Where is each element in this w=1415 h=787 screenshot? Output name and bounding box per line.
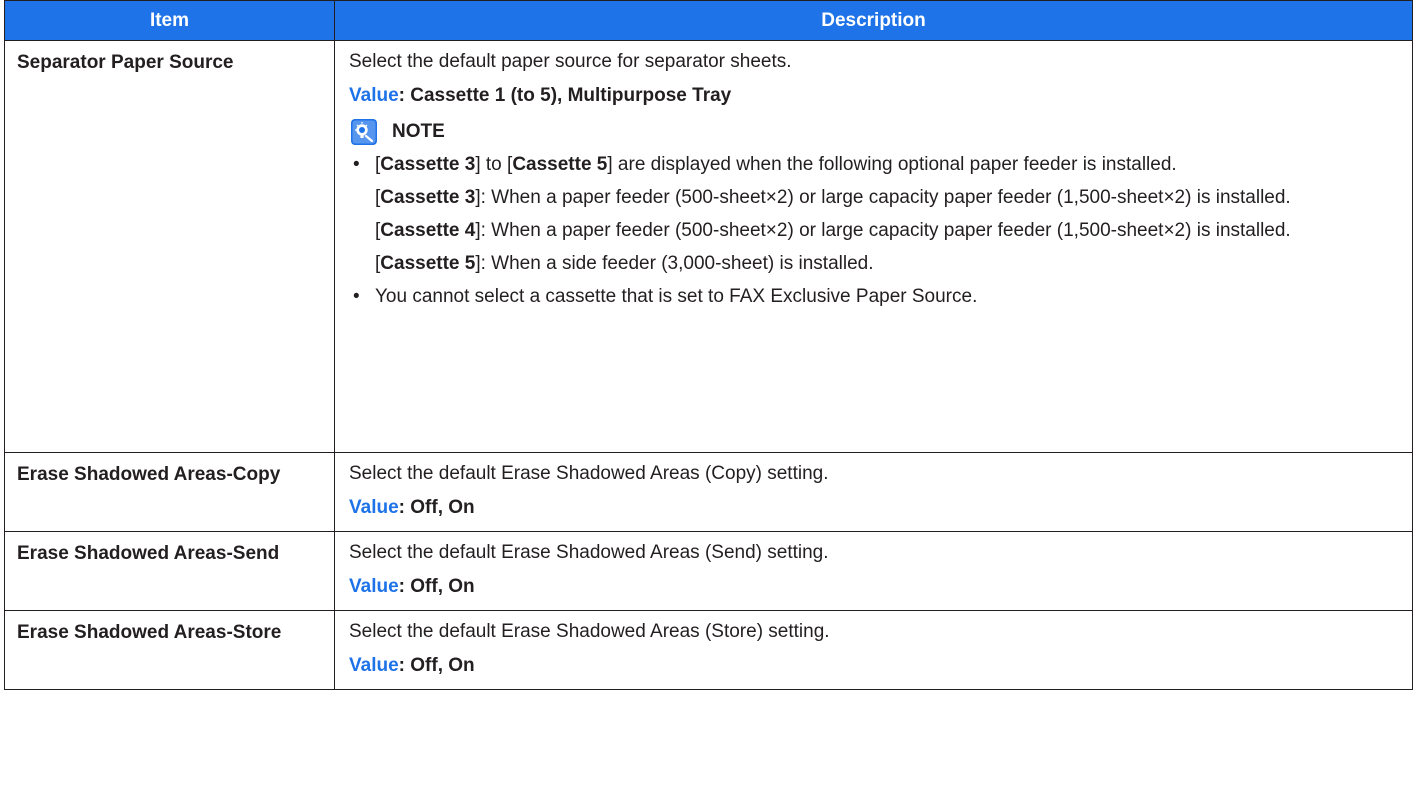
description-text: Select the default paper source for sepa… bbox=[349, 51, 792, 72]
note-subitem: [Cassette 5]: When a side feeder (3,000-… bbox=[375, 253, 874, 274]
table-row: Separator Paper Source Select the defaul… bbox=[4, 40, 1413, 453]
value-label: Value bbox=[349, 576, 399, 597]
description-cell: Select the default paper source for sepa… bbox=[334, 40, 1413, 453]
value-label: Value bbox=[349, 655, 399, 676]
value-label: Value bbox=[349, 85, 399, 106]
note-icon bbox=[351, 119, 377, 145]
value-text: : Off, On bbox=[398, 497, 475, 518]
settings-table: Item Description Separator Paper Source … bbox=[4, 0, 1413, 690]
value-text: : Off, On bbox=[398, 655, 475, 676]
description-text: Select the default Erase Shadowed Areas … bbox=[349, 542, 829, 563]
header-item: Item bbox=[4, 0, 335, 41]
value-text: : Off, On bbox=[398, 576, 475, 597]
note-bullet: You cannot select a cassette that is set… bbox=[349, 284, 1398, 309]
description-text: Select the default Erase Shadowed Areas … bbox=[349, 463, 829, 484]
note-subitem: [Cassette 3]: When a paper feeder (500-s… bbox=[375, 187, 1291, 208]
description-cell: Select the default Erase Shadowed Areas … bbox=[334, 610, 1413, 690]
note-bullet: [Cassette 3] to [Cassette 5] are display… bbox=[349, 152, 1398, 276]
value-text: : Cassette 1 (to 5), Multipurpose Tray bbox=[398, 85, 732, 106]
table-row: Erase Shadowed Areas-Store Select the de… bbox=[4, 610, 1413, 690]
item-cell: Erase Shadowed Areas-Send bbox=[4, 531, 335, 611]
value-line: Value: Off, On bbox=[349, 654, 1398, 678]
description-cell: Select the default Erase Shadowed Areas … bbox=[334, 531, 1413, 611]
item-cell: Erase Shadowed Areas-Store bbox=[4, 610, 335, 690]
description-text: Select the default Erase Shadowed Areas … bbox=[349, 621, 830, 642]
value-line: Value: Off, On bbox=[349, 575, 1398, 599]
note-subitem: [Cassette 4]: When a paper feeder (500-s… bbox=[375, 220, 1291, 241]
table-row: Erase Shadowed Areas-Send Select the def… bbox=[4, 531, 1413, 611]
note-title: NOTE bbox=[392, 121, 445, 142]
item-cell: Erase Shadowed Areas-Copy bbox=[4, 452, 335, 532]
item-cell: Separator Paper Source bbox=[4, 40, 335, 453]
description-cell: Select the default Erase Shadowed Areas … bbox=[334, 452, 1413, 532]
table-header-row: Item Description bbox=[4, 0, 1413, 41]
table-row: Erase Shadowed Areas-Copy Select the def… bbox=[4, 452, 1413, 532]
note-list: [Cassette 3] to [Cassette 5] are display… bbox=[349, 152, 1398, 309]
value-line: Value: Off, On bbox=[349, 496, 1398, 520]
note-header: NOTE bbox=[349, 118, 1398, 146]
value-line: Value: Cassette 1 (to 5), Multipurpose T… bbox=[349, 84, 1398, 108]
header-description: Description bbox=[334, 0, 1413, 41]
value-label: Value bbox=[349, 497, 399, 518]
